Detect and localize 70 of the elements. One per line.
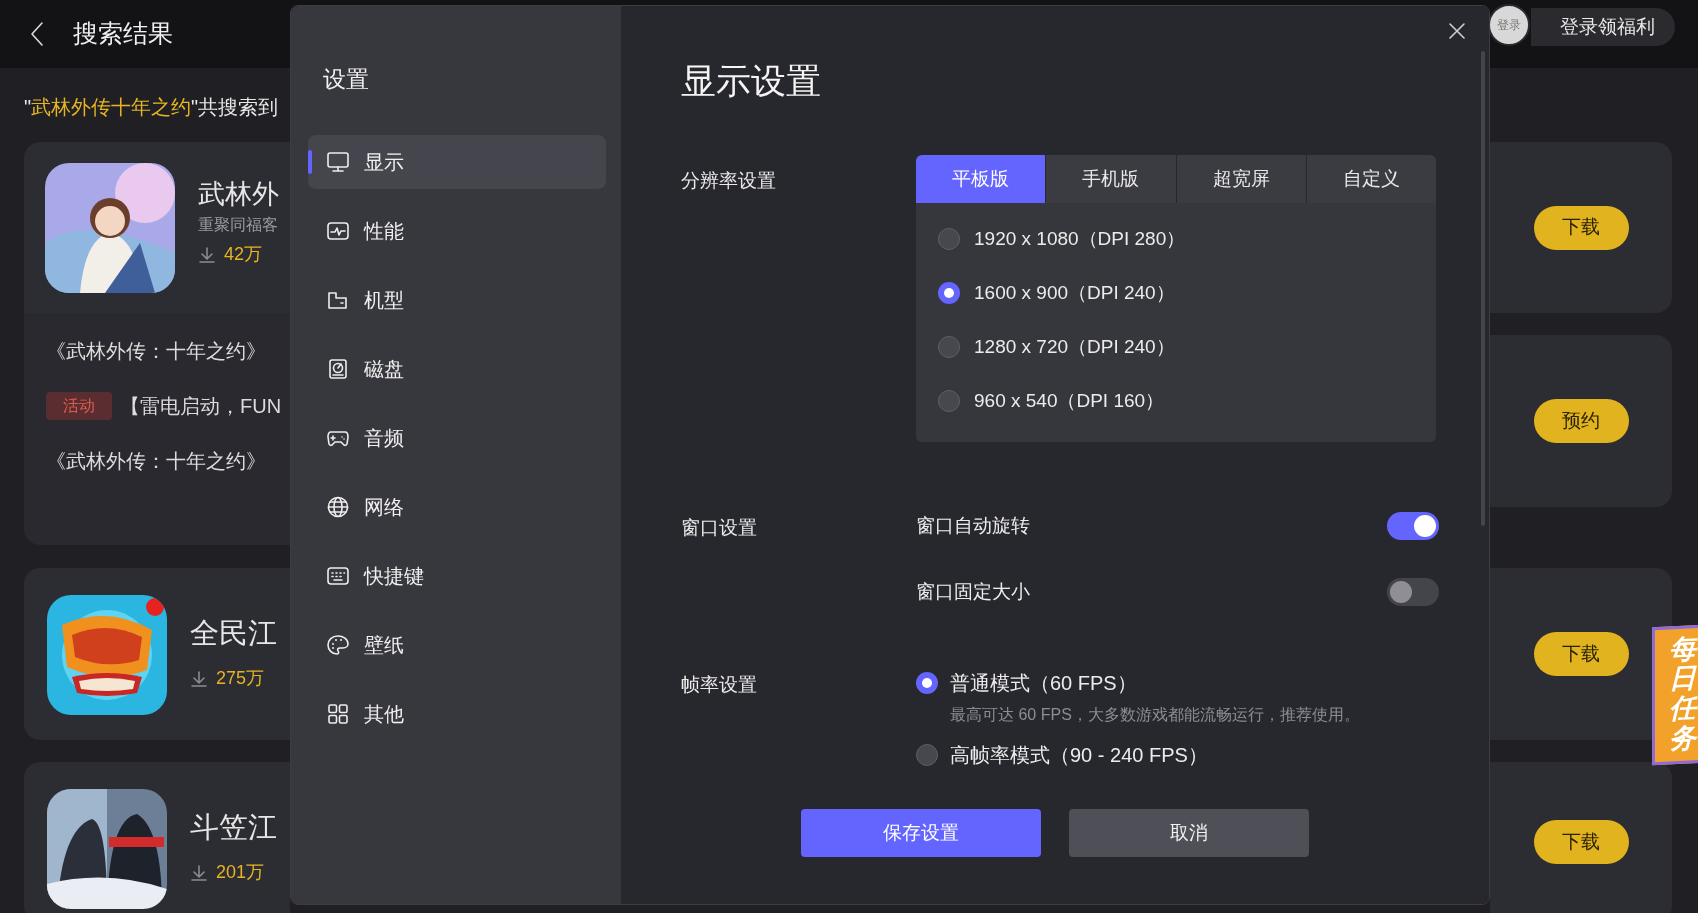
save-button[interactable]: 保存设置 <box>801 809 1041 857</box>
frame-rate-option[interactable]: 普通模式（60 FPS） <box>950 668 1137 698</box>
action-button[interactable]: 下载 <box>1533 205 1629 250</box>
resolution-option[interactable]: 1600 x 900（DPI 240） <box>974 278 1175 308</box>
keyboard-icon <box>326 565 350 587</box>
download-icon <box>198 245 216 264</box>
globe-icon <box>326 496 350 518</box>
download-icon <box>190 863 208 882</box>
result-count-text: "共搜索到 <box>191 95 279 118</box>
close-icon <box>1447 21 1467 41</box>
resolution-option[interactable]: 960 x 540（DPI 160） <box>974 386 1165 416</box>
news-headline[interactable]: 【雷电启动，FUN <box>120 391 282 421</box>
sidebar-item[interactable]: 音频 <box>308 411 606 465</box>
download-count: 275万 <box>216 667 265 690</box>
sidebar-item[interactable]: 磁盘 <box>308 342 606 396</box>
grid-icon <box>326 703 350 725</box>
section-label: 窗口设置 <box>681 516 758 538</box>
sidebar-item[interactable]: 其他 <box>308 687 606 741</box>
resolution-tab[interactable]: 超宽屏 <box>1176 155 1306 203</box>
game-title: 全民江 <box>190 616 277 651</box>
sidebar-item[interactable]: 显示 <box>308 135 606 189</box>
radio-button[interactable] <box>938 228 960 250</box>
game-subtitle: 重聚同福客 <box>198 215 279 235</box>
pulse-icon <box>326 220 350 242</box>
toggle-switch[interactable] <box>1387 578 1439 606</box>
close-button[interactable] <box>1447 21 1467 41</box>
game-title: 武林外 <box>198 178 279 211</box>
resolution-option[interactable]: 1920 x 1080（DPI 280） <box>974 224 1186 254</box>
download-count: 201万 <box>216 861 265 884</box>
toggle-label: 窗口固定大小 <box>916 579 1030 604</box>
folder-icon <box>326 289 350 311</box>
resolution-option[interactable]: 1280 x 720（DPI 240） <box>974 332 1175 362</box>
resolution-tab[interactable]: 平板版 <box>916 155 1046 203</box>
login-button[interactable]: 登录领福利 <box>1531 8 1675 46</box>
cancel-button[interactable]: 取消 <box>1069 809 1309 857</box>
frame-rate-option[interactable]: 高帧率模式（90 - 240 FPS） <box>950 740 1208 770</box>
toggle-switch[interactable] <box>1387 512 1439 540</box>
option-hint: 最高可达 60 FPS，大多数游戏都能流畅运行，推荐使用。 <box>950 705 1360 725</box>
section-label: 帧率设置 <box>681 673 758 695</box>
radio-button[interactable] <box>938 282 960 304</box>
page-title: 搜索结果 <box>73 18 173 50</box>
sidebar-item[interactable]: 网络 <box>308 480 606 534</box>
game-title: 斗笠江 <box>190 810 277 845</box>
action-button[interactable]: 下载 <box>1533 820 1629 864</box>
radio-button[interactable] <box>916 744 938 766</box>
action-button[interactable]: 下载 <box>1533 632 1629 676</box>
search-query: 武林外传十年之约 <box>31 95 192 118</box>
back-icon[interactable] <box>29 20 45 48</box>
toggle-label: 窗口自动旋转 <box>916 513 1030 538</box>
news-headline[interactable]: 《武林外传：十年之约》 <box>46 336 266 366</box>
action-button[interactable]: 预约 <box>1533 399 1629 443</box>
palette-icon <box>326 634 350 656</box>
sidebar-item[interactable]: 性能 <box>308 204 606 258</box>
download-count: 42万 <box>224 243 263 266</box>
sidebar-title: 设置 <box>323 65 370 94</box>
sidebar-item[interactable]: 机型 <box>308 273 606 327</box>
settings-page-title: 显示设置 <box>681 60 822 102</box>
quote-mark: " <box>24 95 32 118</box>
radio-button[interactable] <box>938 390 960 412</box>
radio-button[interactable] <box>938 336 960 358</box>
resolution-tab[interactable]: 自定义 <box>1306 155 1436 203</box>
sidebar-item[interactable]: 快捷键 <box>308 549 606 603</box>
activity-tag: 活动 <box>46 392 112 420</box>
sidebar-item[interactable]: 壁纸 <box>308 618 606 672</box>
resolution-tab[interactable]: 手机版 <box>1046 155 1176 203</box>
monitor-icon <box>326 151 350 173</box>
section-label: 分辨率设置 <box>681 169 777 191</box>
download-icon <box>190 669 208 688</box>
radio-button[interactable] <box>916 672 938 694</box>
news-headline[interactable]: 《武林外传：十年之约》 <box>46 446 266 476</box>
